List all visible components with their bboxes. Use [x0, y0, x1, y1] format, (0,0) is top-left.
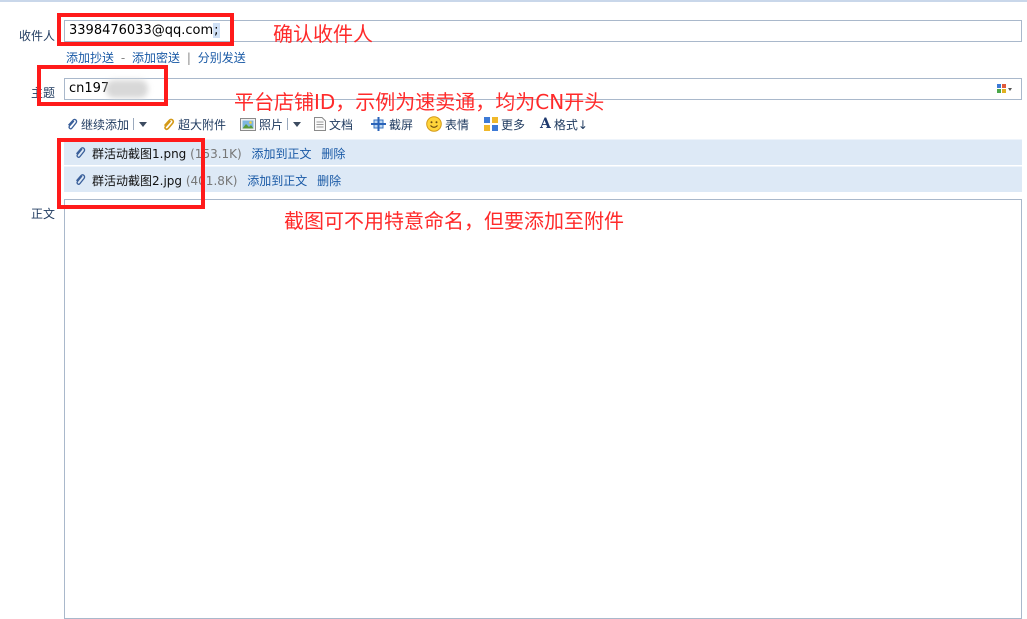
- subject-annotation: 平台店铺ID，示例为速卖通，均为CN开头: [234, 90, 605, 114]
- document-icon: [314, 117, 326, 131]
- more-grid-icon: [484, 117, 498, 131]
- delete-attachment-link[interactable]: 删除: [317, 174, 341, 188]
- toolbar-divider: [133, 118, 135, 130]
- large-attachment-label: 超大附件: [178, 117, 227, 132]
- document-button[interactable]: 文档: [314, 114, 353, 134]
- add-bcc-link[interactable]: 添加密送: [132, 51, 180, 65]
- document-label: 文档: [329, 117, 354, 132]
- chevron-down-icon[interactable]: [139, 121, 148, 127]
- more-label: 更多: [501, 117, 526, 132]
- recipient-annotation: 确认收件人: [273, 22, 373, 46]
- screenshot-icon: [371, 117, 386, 131]
- add-to-body-link[interactable]: 添加到正文: [247, 174, 307, 188]
- send-separately-link[interactable]: 分别发送: [198, 51, 246, 65]
- attachment-annotation: 截图可不用特意命名，但要添加至附件: [284, 209, 624, 233]
- emoji-label: 表情: [445, 117, 470, 132]
- more-button[interactable]: 更多: [484, 114, 525, 134]
- continue-add-label: 继续添加: [81, 117, 130, 132]
- toolbar-divider: [287, 118, 289, 130]
- format-text-icon: A: [540, 116, 551, 132]
- body-editor[interactable]: [64, 199, 1022, 619]
- recipient-highlight-box: [57, 13, 234, 46]
- dash-separator: -: [120, 51, 126, 65]
- screenshot-label: 截屏: [389, 117, 414, 132]
- recipient-label: 收件人: [19, 29, 56, 43]
- emoji-button[interactable]: 表情: [426, 114, 469, 134]
- continue-add-button[interactable]: 继续添加: [66, 114, 148, 134]
- chevron-down-icon[interactable]: [293, 121, 302, 127]
- format-button[interactable]: A 格式↓: [540, 114, 588, 134]
- screenshot-button[interactable]: 截屏: [371, 114, 413, 134]
- add-cc-link[interactable]: 添加抄送: [66, 51, 114, 65]
- recipient-links: 添加抄送 - 添加密送 | 分别发送: [66, 49, 246, 66]
- delete-attachment-link[interactable]: 删除: [321, 147, 345, 161]
- photo-icon: [240, 117, 256, 131]
- top-border: [0, 0, 1027, 2]
- large-paperclip-icon: [163, 118, 175, 130]
- body-label: 正文: [31, 207, 56, 221]
- stationery-grid-icon[interactable]: [997, 83, 1013, 95]
- attachment-highlight-box: [57, 138, 205, 209]
- photo-label: 照片: [259, 117, 284, 132]
- subject-highlight-box: [37, 65, 168, 106]
- photo-button[interactable]: 照片: [240, 114, 302, 134]
- attachment-item: 群活动截图2.jpg (401.8K) 添加到正文 删除: [64, 166, 1022, 192]
- large-attachment-button[interactable]: 超大附件: [162, 114, 226, 134]
- pipe-separator: |: [186, 51, 191, 65]
- paperclip-icon: [68, 118, 78, 129]
- smiley-icon: [426, 116, 442, 132]
- format-label: 格式↓: [553, 117, 588, 132]
- add-to-body-link[interactable]: 添加到正文: [252, 147, 312, 161]
- attachment-item: 群活动截图1.png (153.1K) 添加到正文 删除: [64, 139, 1022, 165]
